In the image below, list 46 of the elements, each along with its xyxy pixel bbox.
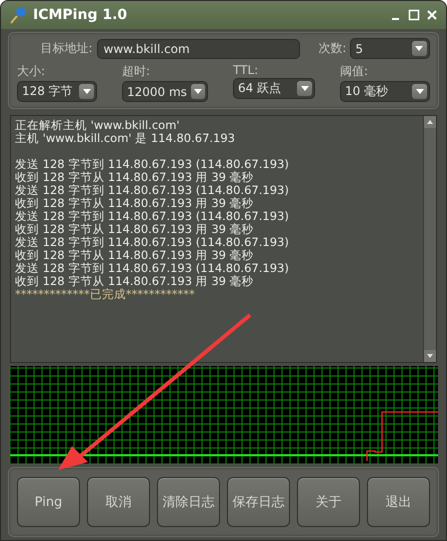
log-line: 收到 128 字节从 114.80.67.193 用 39 毫秒 [15,197,255,210]
scrollbar[interactable] [423,116,436,362]
action-button[interactable]: 清除日志 [157,477,220,527]
field-label: 次数: [318,40,346,57]
field-label: 阈值: [340,63,370,80]
log-line: 收到 128 字节从 114.80.67.193 用 39 毫秒 [15,171,255,184]
caret-icon [415,46,424,51]
option-dropdown[interactable]: 12000 ms [122,81,208,102]
action-button[interactable]: 关于 [297,477,360,527]
action-button[interactable]: 取消 [87,477,150,527]
option-dropdown[interactable]: 128 字节 [17,81,97,102]
close-icon[interactable] [426,9,438,21]
action-button[interactable]: 保存日志 [227,477,290,527]
count-dropdown[interactable]: 5 [350,38,430,59]
dropdown-button[interactable] [412,84,427,99]
dropdown-button[interactable] [297,81,312,96]
log-line: 发送 128 字节到 114.80.67.193 (114.80.67.193) [15,184,290,197]
log-line: 收到 128 字节从 114.80.67.193 用 39 毫秒 [15,249,255,262]
log-line: *************已完成************ [15,288,196,301]
log-line: 发送 128 字节到 114.80.67.193 (114.80.67.193) [15,210,290,223]
field-label: TTL: [233,63,260,77]
field-label: 目标地址: [40,40,93,57]
log-line: 发送 128 字节到 114.80.67.193 (114.80.67.193) [15,236,290,249]
field-label: 大小: [17,63,46,80]
action-button[interactable]: 退出 [367,477,430,527]
target-field[interactable]: www.bkill.com [96,38,300,58]
log-line: 收到 128 字节从 114.80.67.193 用 39 毫秒 [15,275,255,288]
window-title: ICMPing 1.0 [33,7,128,23]
caret-icon [194,89,202,94]
log-line: 收到 128 字节从 114.80.67.193 用 39 毫秒 [15,223,255,236]
app-icon [9,6,27,24]
action-button[interactable]: Ping [17,477,80,527]
maximize-icon[interactable] [408,9,420,21]
caret-icon [82,89,90,94]
dropdown-button[interactable] [412,41,427,56]
log-line: 正在解析主机 'www.bkill.com' [15,119,181,132]
log-line: 主机 'www.bkill.com' 是 114.80.67.193 [15,132,236,145]
caret-icon [416,89,424,94]
option-dropdown[interactable]: 10 毫秒 [340,81,430,102]
dropdown-button[interactable] [190,84,205,99]
field-label: 超时: [122,63,152,80]
log-line: 发送 128 字节到 114.80.67.193 (114.80.67.193) [15,262,290,275]
option-dropdown[interactable]: 64 跃点 [233,78,315,99]
dropdown-button[interactable] [79,84,94,99]
log-line: 发送 128 字节到 114.80.67.193 (114.80.67.193) [15,158,290,171]
caret-icon [300,86,308,91]
